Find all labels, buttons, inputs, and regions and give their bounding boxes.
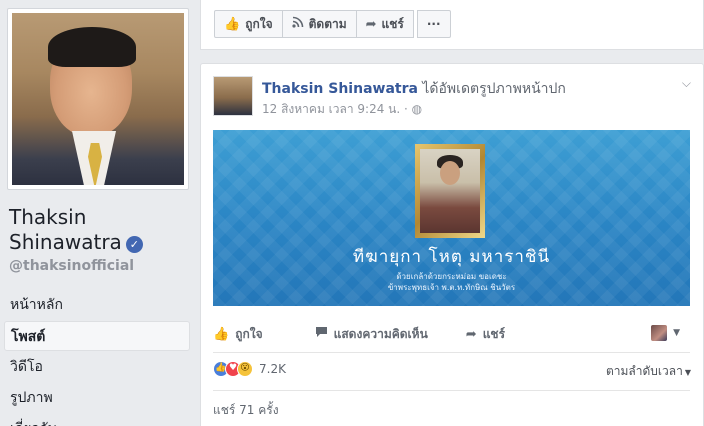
caret-down-icon: ▼ (673, 328, 680, 338)
post-author-avatar[interactable] (213, 76, 253, 116)
profile-photo-image (12, 13, 184, 185)
caret-down-icon: ▼ (684, 368, 691, 377)
share-arrow-icon: ➦ (465, 326, 477, 342)
page-handle[interactable]: @thaksinofficial (9, 258, 134, 274)
nav-item-home[interactable]: หน้าหลัก (4, 290, 190, 320)
post-comment-label: แสดงความคิดเห็น (333, 326, 428, 341)
sort-label: ตามลำดับเวลา (605, 364, 683, 378)
nav-item-about[interactable]: เกี่ยวกับ (4, 414, 190, 426)
post-timestamp[interactable]: 12 สิงหาคม เวลา 9:24 น. · ◍ (262, 100, 422, 119)
page-name-line2: Shinawatra (9, 230, 122, 254)
reactions-summary[interactable]: 👍 ♥ 😮 7.2K (213, 361, 286, 377)
verified-check-icon: ✓ (125, 236, 143, 253)
post-header: Thaksin Shinawatra ได้อัพเดตรูปภาพหน้าปก (262, 78, 566, 100)
share-arrow-icon: ➦ (365, 16, 377, 32)
thumbs-up-icon: 👍 (213, 326, 230, 342)
left-column: Thaksin Shinawatra ✓ @thaksinofficial หน้… (0, 0, 196, 426)
chevron-down-icon[interactable]: ⌵ (682, 76, 691, 91)
post-like-label: ถูกใจ (235, 326, 263, 341)
thumbs-up-icon: 👍 (224, 16, 241, 32)
cover-subtitle-line1: ด้วยเกล้าด้วยกระหม่อม ขอเดชะ (396, 272, 507, 281)
cover-photo[interactable]: ทีฆายุกา โหตุ มหาราชินี ด้วยเกล้าด้วยกระ… (213, 130, 690, 306)
viewer-avatar (651, 325, 668, 341)
share-page-button[interactable]: ➦ แชร์ (355, 10, 414, 38)
post-author-link[interactable]: Thaksin Shinawatra (262, 81, 418, 97)
rss-icon (292, 16, 304, 32)
post-actions: 👍 ถูกใจ แสดงความคิดเห็น ➦ แชร์ ▼ (213, 322, 690, 346)
follow-page-label: ติดตาม (308, 16, 347, 31)
shares-count-link[interactable]: แชร์ 71 ครั้ง (213, 401, 279, 420)
post-comment-button[interactable]: แสดงความคิดเห็น (315, 325, 428, 344)
nav-item-posts[interactable]: โพสต์ (4, 321, 190, 351)
cover-title: ทีฆายุกา โหตุ มหาราชินี (352, 247, 551, 267)
reaction-count: 7.2K (259, 362, 286, 376)
comment-bubble-icon (315, 326, 328, 342)
page-nav: หน้าหลัก โพสต์ วิดีโอ รูปภาพ เกี่ยวกับ (4, 290, 190, 426)
nav-item-videos[interactable]: วิดีโอ (4, 352, 190, 382)
more-options-label: ··· (426, 17, 441, 31)
wow-reaction-icon: 😮 (237, 361, 253, 377)
like-page-label: ถูกใจ (245, 16, 273, 31)
share-page-label: แชร์ (381, 16, 404, 31)
post-card: Thaksin Shinawatra ได้อัพเดตรูปภาพหน้าปก… (200, 63, 704, 426)
page-name-line1: Thaksin (9, 205, 87, 229)
comment-sort-dropdown[interactable]: ตามลำดับเวลา ▼ (606, 362, 691, 381)
page-action-bar: 👍 ถูกใจ ติดตาม ➦ แชร์ ··· (200, 0, 704, 50)
portrait-image (420, 149, 480, 233)
follow-page-button[interactable]: ติดตาม (281, 10, 357, 38)
more-options-button[interactable]: ··· (416, 10, 451, 38)
post-action-text: ได้อัพเดตรูปภาพหน้าปก (422, 81, 566, 97)
post-share-label: แชร์ (482, 326, 506, 341)
post-timestamp-text: 12 สิงหาคม เวลา 9:24 น. (262, 102, 401, 116)
page-title[interactable]: Thaksin Shinawatra ✓ (9, 205, 143, 255)
post-like-button[interactable]: 👍 ถูกใจ (213, 325, 263, 344)
gold-portrait-frame (415, 144, 485, 238)
divider (213, 352, 690, 353)
nav-item-photos[interactable]: รูปภาพ (4, 383, 190, 413)
profile-picture[interactable] (7, 8, 189, 190)
globe-icon: · ◍ (404, 102, 423, 116)
post-share-button[interactable]: ➦ แชร์ (466, 325, 505, 344)
select-identity-button[interactable]: ▼ (651, 325, 680, 341)
like-page-button[interactable]: 👍 ถูกใจ (214, 10, 283, 38)
divider (213, 390, 690, 391)
cover-subtitle-line2: ข้าพระพุทธเจ้า พ.ต.ท.ทักษิณ ชินวัตร (387, 283, 516, 292)
